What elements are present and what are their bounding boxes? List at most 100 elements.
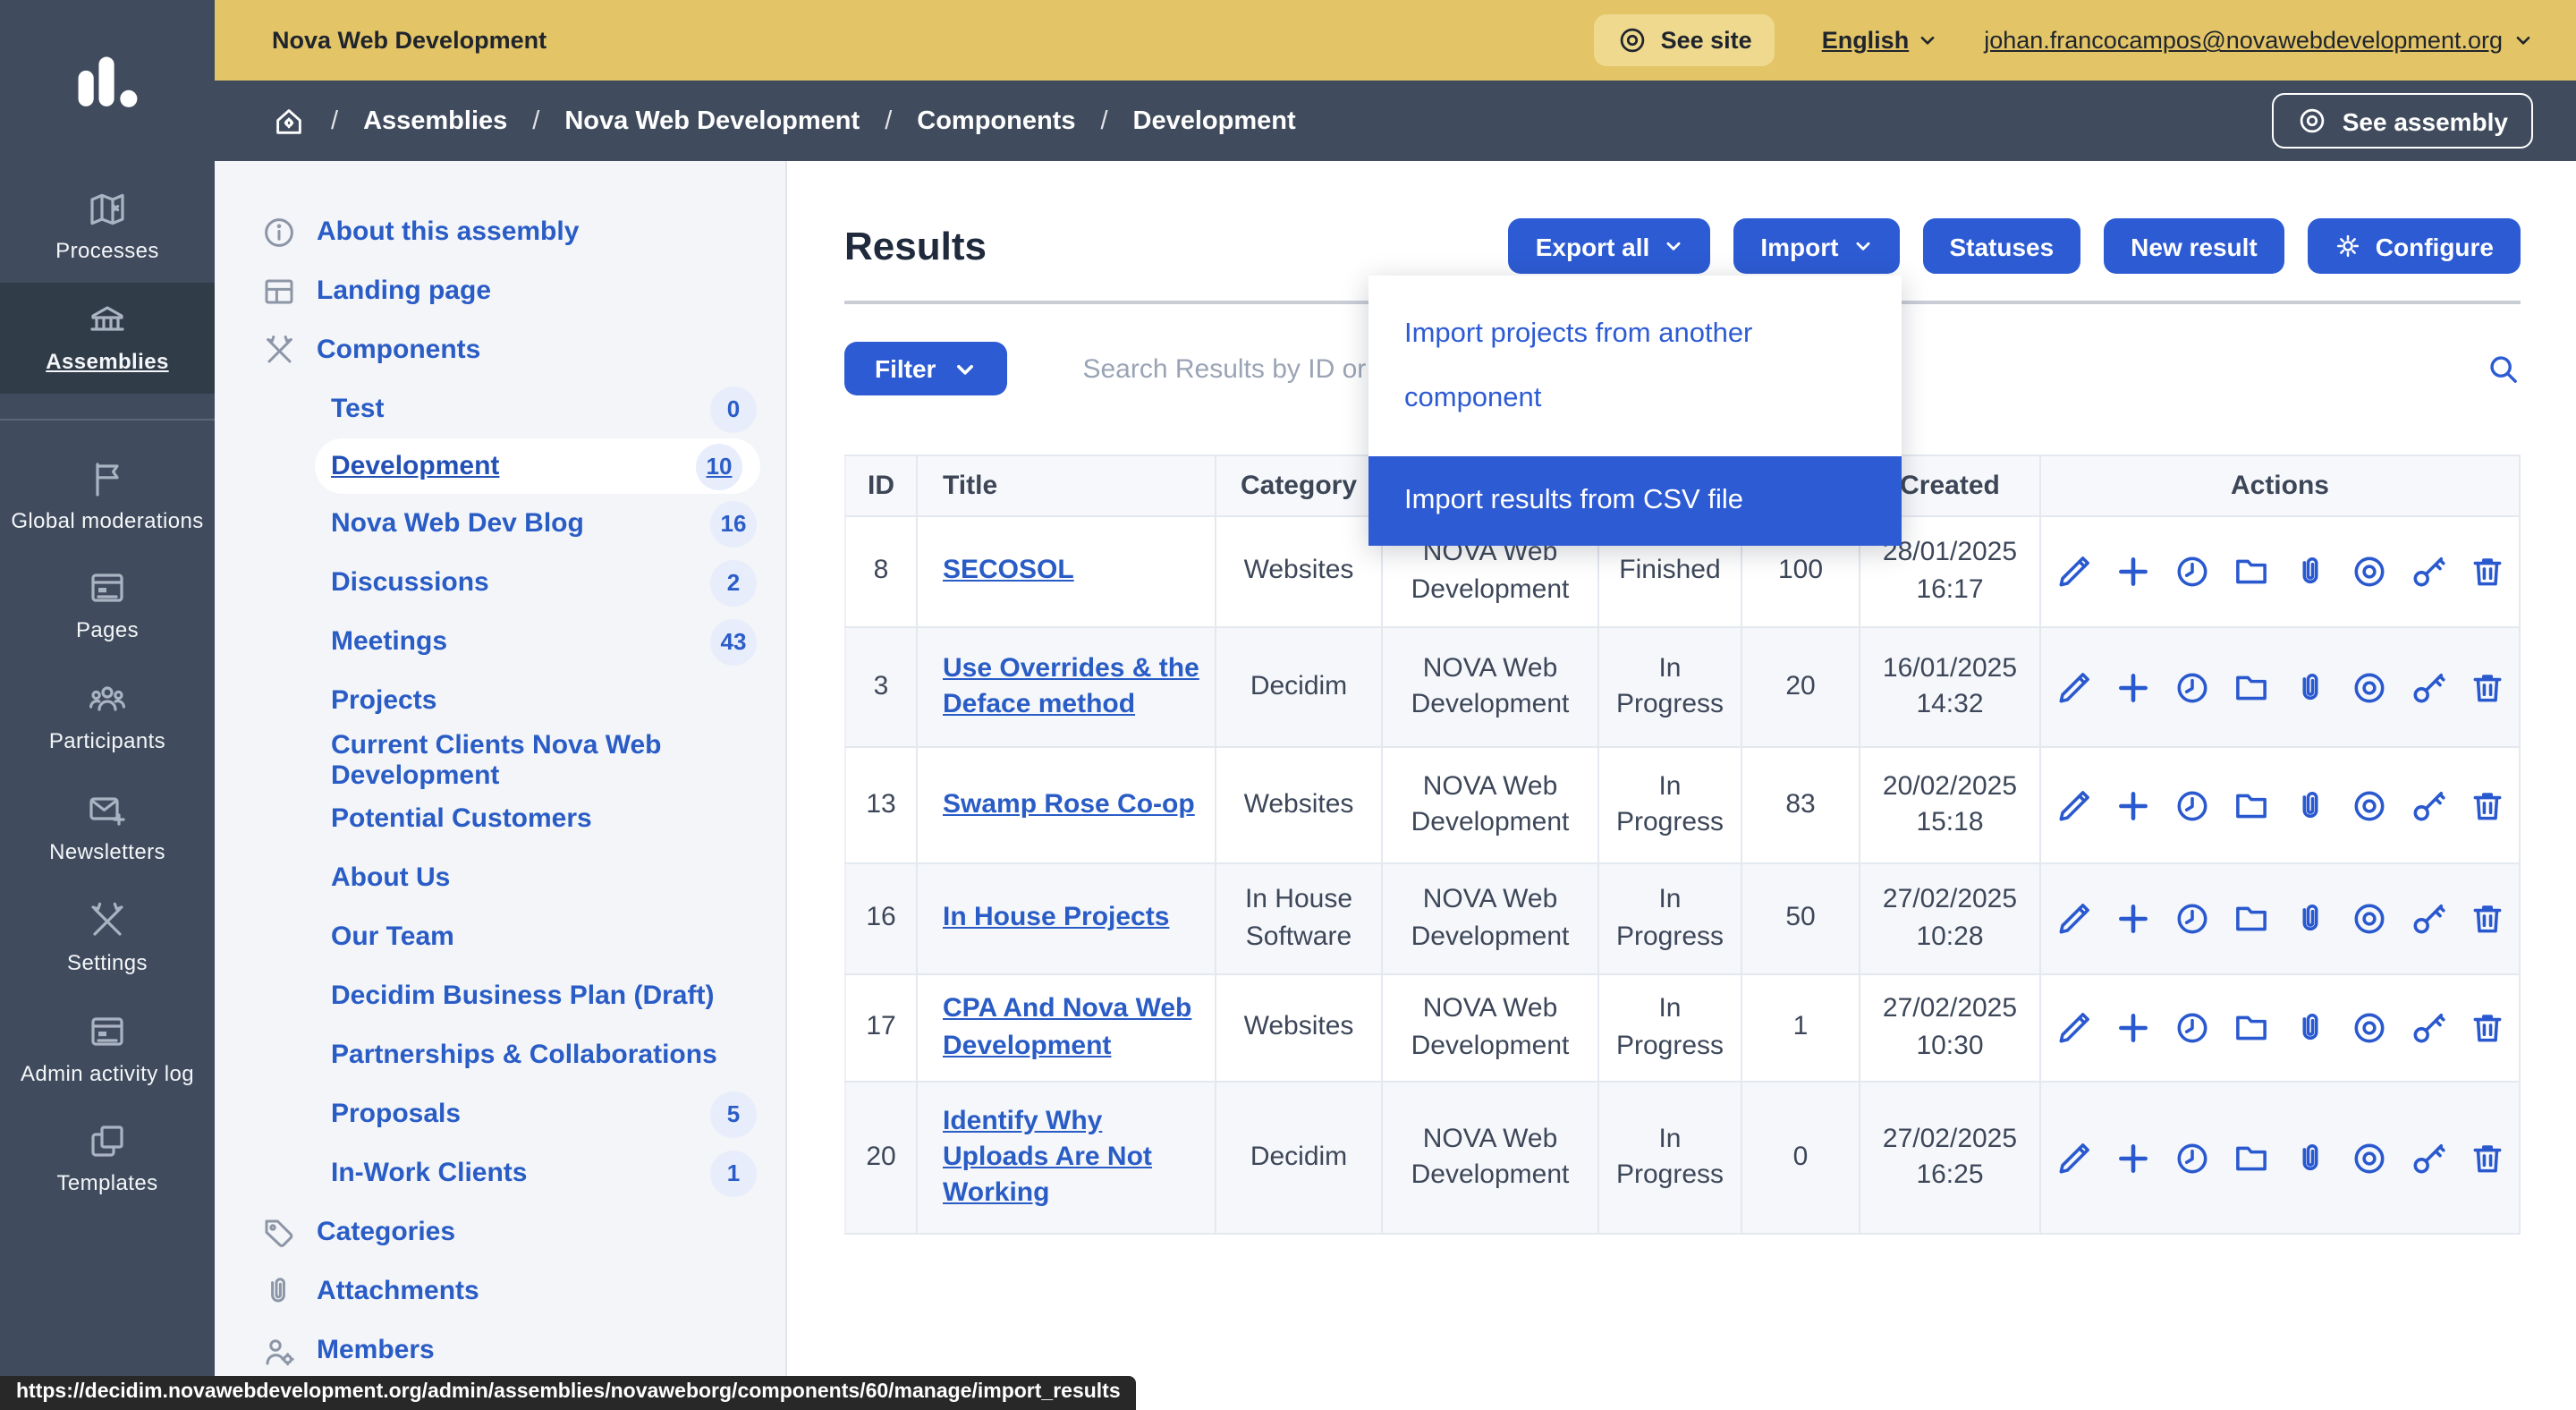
menu-item-categories[interactable]: Categories [215, 1202, 785, 1261]
statuses-button[interactable]: Statuses [1922, 218, 2080, 274]
folder-icon[interactable] [2232, 553, 2269, 590]
home-icon[interactable] [272, 104, 306, 138]
history-icon[interactable] [2173, 1009, 2210, 1047]
add-icon[interactable] [2114, 1009, 2151, 1047]
attachment-icon[interactable] [2291, 1009, 2328, 1047]
sidebar-item-admin-activity-log[interactable]: Admin activity log [0, 994, 215, 1105]
attachment-icon[interactable] [2291, 553, 2328, 590]
menu-item-in-work-clients[interactable]: In-Work Clients 1 [215, 1143, 785, 1202]
sidebar-item-pages[interactable]: Pages [0, 552, 215, 663]
menu-item-landing-page[interactable]: Landing page [215, 261, 785, 320]
search-icon[interactable] [2487, 352, 2521, 386]
menu-item-development[interactable]: Development 10 [315, 438, 760, 494]
result-title-link[interactable]: Swamp Rose Co-op [943, 789, 1195, 820]
preview-icon[interactable] [2350, 1009, 2387, 1047]
sidebar-item-assemblies[interactable]: Assemblies [0, 283, 215, 394]
new-result-button[interactable]: New result [2104, 218, 2284, 274]
add-icon[interactable] [2114, 786, 2151, 824]
folder-icon[interactable] [2232, 1139, 2269, 1176]
menu-item-about-us[interactable]: About Us [215, 848, 785, 907]
see-site-button[interactable]: See site [1595, 14, 1775, 66]
result-title-link[interactable]: In House Projects [943, 903, 1169, 933]
menu-item-current-clients[interactable]: Current Clients Nova Web Development [215, 730, 785, 789]
edit-icon[interactable] [2055, 900, 2092, 938]
edit-icon[interactable] [2055, 1139, 2092, 1176]
preview-icon[interactable] [2350, 900, 2387, 938]
attachment-icon[interactable] [2291, 668, 2328, 706]
menu-item-discussions[interactable]: Discussions 2 [215, 553, 785, 612]
permissions-key-icon[interactable] [2409, 786, 2446, 824]
delete-icon[interactable] [2468, 1139, 2505, 1176]
menu-item-potential-customers[interactable]: Potential Customers [215, 789, 785, 848]
sidebar-item-templates[interactable]: Templates [0, 1105, 215, 1216]
permissions-key-icon[interactable] [2409, 900, 2446, 938]
menu-item-meetings[interactable]: Meetings 43 [215, 612, 785, 671]
menu-item-components[interactable]: Components [215, 320, 785, 379]
delete-icon[interactable] [2468, 1009, 2505, 1047]
menu-item-nova-web-dev-blog[interactable]: Nova Web Dev Blog 16 [215, 494, 785, 553]
attachment-icon[interactable] [2291, 1139, 2328, 1176]
edit-icon[interactable] [2055, 1009, 2092, 1047]
import-button[interactable]: Import [1733, 218, 1899, 274]
export-all-button[interactable]: Export all [1509, 218, 1711, 274]
history-icon[interactable] [2173, 553, 2210, 590]
menu-item-members[interactable]: Members [215, 1321, 785, 1380]
add-icon[interactable] [2114, 1139, 2151, 1176]
sidebar-item-processes[interactable]: Processes [0, 172, 215, 283]
result-title-link[interactable]: CPA And Nova Web Development [943, 994, 1191, 1061]
permissions-key-icon[interactable] [2409, 1009, 2446, 1047]
menu-item-proposals[interactable]: Proposals 5 [215, 1084, 785, 1143]
menu-item-partnerships[interactable]: Partnerships & Collaborations [215, 1025, 785, 1084]
history-icon[interactable] [2173, 786, 2210, 824]
decidim-logo[interactable] [0, 0, 215, 172]
edit-icon[interactable] [2055, 668, 2092, 706]
add-icon[interactable] [2114, 900, 2151, 938]
delete-icon[interactable] [2468, 786, 2505, 824]
sidebar-item-settings[interactable]: Settings [0, 884, 215, 995]
permissions-key-icon[interactable] [2409, 668, 2446, 706]
history-icon[interactable] [2173, 1139, 2210, 1176]
permissions-key-icon[interactable] [2409, 1139, 2446, 1176]
folder-icon[interactable] [2232, 786, 2269, 824]
configure-button[interactable]: Configure [2308, 218, 2521, 274]
breadcrumb-current[interactable]: Development [1133, 106, 1296, 135]
menu-item-projects[interactable]: Projects [215, 671, 785, 730]
breadcrumb-assemblies[interactable]: Assemblies [363, 106, 507, 135]
dropdown-item-import-projects[interactable]: Import projects from another component [1368, 276, 1902, 457]
menu-item-decidim-business-plan[interactable]: Decidim Business Plan (Draft) [215, 966, 785, 1025]
breadcrumb-assembly[interactable]: Nova Web Development [564, 106, 860, 135]
user-menu[interactable]: johan.francocampos@novawebdevelopment.or… [1984, 27, 2533, 54]
folder-icon[interactable] [2232, 668, 2269, 706]
menu-item-attachments[interactable]: Attachments [215, 1261, 785, 1321]
menu-item-test[interactable]: Test 0 [215, 379, 785, 438]
history-icon[interactable] [2173, 668, 2210, 706]
history-icon[interactable] [2173, 900, 2210, 938]
sidebar-item-participants[interactable]: Participants [0, 662, 215, 773]
delete-icon[interactable] [2468, 553, 2505, 590]
sidebar-item-newsletters[interactable]: Newsletters [0, 773, 215, 884]
attachment-icon[interactable] [2291, 786, 2328, 824]
folder-icon[interactable] [2232, 1009, 2269, 1047]
see-assembly-button[interactable]: See assembly [2273, 93, 2533, 149]
preview-icon[interactable] [2350, 553, 2387, 590]
result-title-link[interactable]: Identify Why Uploads Are Not Working [943, 1105, 1152, 1208]
preview-icon[interactable] [2350, 668, 2387, 706]
add-icon[interactable] [2114, 668, 2151, 706]
permissions-key-icon[interactable] [2409, 553, 2446, 590]
sidebar-item-global-moderations[interactable]: Global moderations [0, 441, 215, 552]
delete-icon[interactable] [2468, 668, 2505, 706]
menu-item-about[interactable]: About this assembly [215, 202, 785, 261]
breadcrumb-components[interactable]: Components [917, 106, 1075, 135]
folder-icon[interactable] [2232, 900, 2269, 938]
attachment-icon[interactable] [2291, 900, 2328, 938]
delete-icon[interactable] [2468, 900, 2505, 938]
language-selector[interactable]: English [1822, 27, 1938, 54]
menu-item-our-team[interactable]: Our Team [215, 907, 785, 966]
add-icon[interactable] [2114, 553, 2151, 590]
edit-icon[interactable] [2055, 786, 2092, 824]
preview-icon[interactable] [2350, 1139, 2387, 1176]
filter-button[interactable]: Filter [844, 342, 1007, 395]
preview-icon[interactable] [2350, 786, 2387, 824]
result-title-link[interactable]: SECOSOL [943, 556, 1074, 586]
edit-icon[interactable] [2055, 553, 2092, 590]
